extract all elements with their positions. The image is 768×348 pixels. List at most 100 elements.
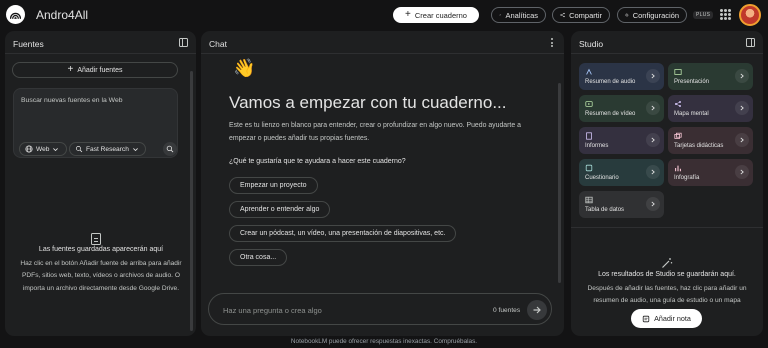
create-notebook-label: Crear cuaderno [414,10,467,20]
add-note-button[interactable]: Añadir nota [631,309,702,328]
web-filter-dropdown[interactable]: Web [19,142,67,156]
source-search-placeholder: Buscar nuevas fuentes en la Web [21,97,123,104]
sources-scrollbar[interactable] [190,71,193,331]
sources-title: Fuentes [13,39,44,49]
sources-empty-description: Haz clic en el botón Añadir fuente de ar… [20,260,182,292]
sources-divider [5,53,196,54]
sources-empty-title: Las fuentes guardadas aparecerán aquí [38,246,164,253]
share-icon [560,12,565,18]
create-notebook-button[interactable]: + Crear cuaderno [393,7,479,23]
tile-audio-overview[interactable]: Resumen de audio [579,63,664,90]
tile-reports[interactable]: Informes [579,127,664,154]
suggestion-start-project[interactable]: Empezar un proyecto [229,177,318,194]
studio-divider [571,53,763,54]
tile-infographic[interactable]: Infografía [668,159,753,186]
analytics-label: Analíticas [505,10,538,20]
chat-intro: Este es tu lienzo en blanco para entende… [229,122,521,142]
quiz-icon [585,164,593,172]
tile-quiz[interactable]: Cuestionario [579,159,664,186]
settings-button[interactable]: Configuración [617,7,687,23]
tile-flashcards[interactable]: Tarjetas didácticas [668,127,753,154]
mind-map-icon [674,101,681,107]
chevron-right-icon[interactable] [735,101,749,115]
research-mode-dropdown[interactable]: Fast Research [69,142,146,156]
studio-empty-description: Después de añadir las fuentes, haz clic … [587,285,747,304]
tile-label: Mapa mental [674,111,709,117]
report-icon [586,132,592,140]
plus-badge: PLUS [693,11,714,19]
notebooklm-logo-icon[interactable] [6,5,25,24]
magic-wand-icon [662,258,673,268]
chart-bar-icon [675,165,681,172]
chat-input[interactable]: Haz una pregunta o crea algo 0 fuentes [208,293,552,325]
research-mode-label: Fast Research [86,145,129,153]
tile-label: Presentación [674,79,710,85]
chevron-right-icon[interactable] [646,197,660,211]
chevron-down-icon [53,147,59,151]
plus-icon: + [405,9,411,20]
chevron-right-icon[interactable] [735,69,749,83]
chevron-right-icon[interactable] [646,101,660,115]
waving-hand-icon: 👋 [233,58,256,78]
top-bar: Andro4All + Crear cuaderno Analíticas Co… [0,0,768,30]
tile-video-overview[interactable]: Resumen de vídeo [579,95,664,122]
studio-empty-title: Los resultados de Studio se guardarán aq… [598,271,736,278]
chat-divider [201,53,564,54]
video-icon [585,101,593,107]
suggestion-other[interactable]: Otra cosa... [229,249,288,266]
studio-panel: Studio Resumen de audio Presentación Res… [571,31,763,336]
tile-label: Tabla de datos [585,207,625,213]
table-icon [585,196,593,204]
add-sources-label: Añadir fuentes [77,66,123,74]
suggestion-learn[interactable]: Aprender o entender algo [229,201,331,218]
sources-panel: Fuentes + Añadir fuentes Buscar nuevas f… [5,31,196,336]
tile-data-table[interactable]: Tabla de datos [579,191,664,218]
tile-label: Informes [585,143,609,149]
source-count: 0 fuentes [493,307,521,314]
plus-icon: + [67,64,74,75]
chat-title: Chat [209,39,227,49]
chat-headline: Vamos a empezar con tu cuaderno... [229,93,507,112]
collapse-panel-icon[interactable] [179,38,188,47]
chat-question: ¿Qué te gustaría que te ayudara a hacer … [229,158,406,165]
arrow-right-icon [533,306,541,314]
send-button[interactable] [527,300,547,320]
chevron-right-icon[interactable] [735,133,749,147]
document-icon [91,233,101,245]
add-note-label: Añadir nota [654,314,691,323]
chevron-right-icon[interactable] [735,165,749,179]
user-avatar[interactable] [739,4,761,26]
add-sources-button[interactable]: + Añadir fuentes [12,62,178,78]
flashcards-icon [674,132,682,139]
tile-mind-map[interactable]: Mapa mental [668,95,753,122]
analytics-button[interactable]: Analíticas [491,7,546,23]
suggestion-create-media[interactable]: Crear un pódcast, un vídeo, una presenta… [229,225,457,242]
studio-title: Studio [579,39,604,49]
tile-presentation[interactable]: Presentación [668,63,753,90]
chevron-right-icon[interactable] [646,165,660,179]
collapse-panel-icon[interactable] [746,38,755,47]
waveform-icon [586,68,592,75]
apps-grid-icon[interactable] [720,9,731,20]
chevron-right-icon[interactable] [646,69,660,83]
web-source-search[interactable]: Buscar nuevas fuentes en la Web Web Fast… [13,88,178,158]
globe-icon [25,145,33,153]
chat-input-placeholder: Haz una pregunta o crea algo [223,306,322,315]
notebook-title[interactable]: Andro4All [36,8,88,22]
more-options-icon[interactable] [551,38,554,47]
chevron-right-icon[interactable] [646,133,660,147]
chat-scrollbar[interactable] [558,83,561,283]
share-button[interactable]: Compartir [552,7,610,23]
search-icon [166,145,174,153]
gear-icon [625,13,629,17]
footer-disclaimer: NotebookLM puede ofrecer respuestas inex… [290,338,478,345]
tile-label: Resumen de vídeo [585,111,636,117]
chat-panel: Chat 👋 Vamos a empezar con tu cuaderno..… [201,31,564,336]
tile-label: Resumen de audio [585,79,636,85]
source-search-submit[interactable] [163,142,177,156]
note-icon [642,315,650,322]
slides-icon [674,69,682,75]
settings-label: Configuración [632,10,679,20]
tile-label: Tarjetas didácticas [674,143,724,149]
sparkle-search-icon [76,146,83,153]
